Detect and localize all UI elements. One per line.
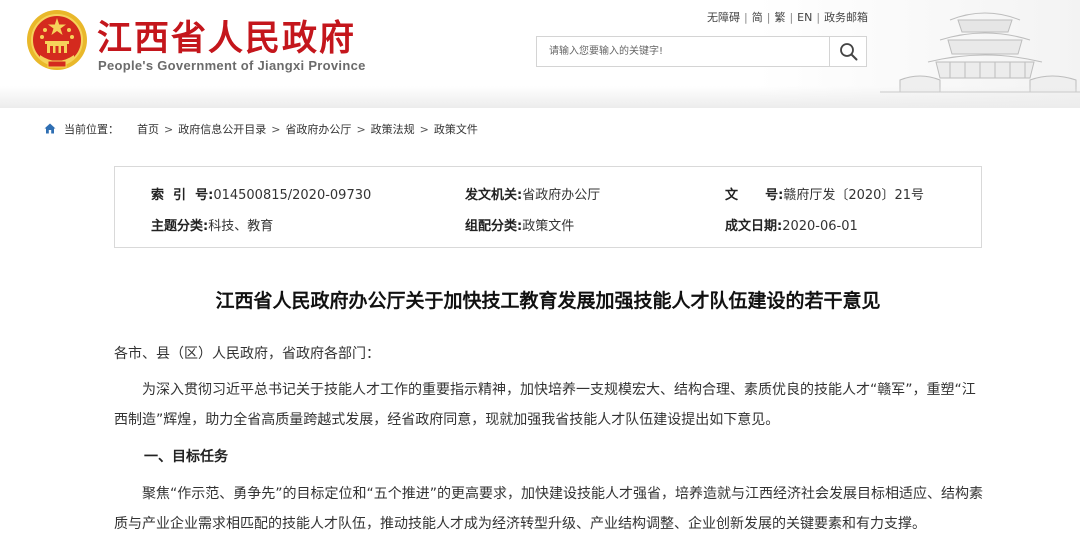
meta-value: 2020-06-01 <box>782 219 858 234</box>
top-links: 无障碍 | 简 | 繁 | EN | 政务邮箱 <box>707 9 868 25</box>
meta-label: 索 引 号: <box>151 188 214 203</box>
breadcrumb-separator: > <box>164 123 174 136</box>
meta-assembly-category: 组配分类:政策文件 <box>465 215 574 234</box>
current-location-label: 当前位置： <box>64 123 119 136</box>
meta-value: 014500815/2020-09730 <box>213 188 372 203</box>
breadcrumb: 当前位置： 首页 > 政府信息公开目录 > 省政府办公厅 > 政策法规 > 政策文件 <box>44 121 478 137</box>
meta-label: 文 号: <box>725 188 784 203</box>
divider: | <box>816 11 821 24</box>
article-salutation: 各市、县（区）人民政府，省政府各部门： <box>114 346 380 362</box>
english-link[interactable]: EN <box>797 11 812 24</box>
search-input[interactable] <box>537 37 831 66</box>
meta-written-date: 成文日期:2020-06-01 <box>725 215 858 234</box>
tengwang-pavilion-illustration <box>880 12 1080 93</box>
meta-label: 主题分类: <box>151 219 209 234</box>
meta-label: 成文日期: <box>725 219 783 234</box>
site-title: 江西省人民政府 <box>97 18 357 59</box>
site-subtitle: People's Government of Jiangxi Province <box>98 58 366 73</box>
breadcrumb-policy-regulations[interactable]: 政策法规 <box>371 123 415 136</box>
accessibility-link[interactable]: 无障碍 <box>707 11 740 24</box>
search-icon <box>840 43 858 61</box>
search-button[interactable] <box>829 37 866 66</box>
meta-index-number: 索 引 号:014500815/2020-09730 <box>151 184 371 203</box>
breadcrumb-policy-documents[interactable]: 政策文件 <box>434 123 478 136</box>
divider: | <box>744 11 748 24</box>
site-header: 江西省人民政府 People's Government of Jiangxi P… <box>0 0 1080 108</box>
divider: | <box>766 11 771 24</box>
document-metadata: 索 引 号:014500815/2020-09730 发文机关:省政府办公厅 文… <box>114 166 982 248</box>
breadcrumb-home[interactable]: 首页 <box>137 123 159 136</box>
meta-label: 发文机关: <box>465 188 523 203</box>
breadcrumb-separator: > <box>419 123 429 136</box>
meta-value: 科技、教育 <box>208 219 274 234</box>
meta-value: 省政府办公厅 <box>522 188 601 203</box>
meta-topic-category: 主题分类:科技、教育 <box>151 215 273 234</box>
breadcrumb-separator: > <box>356 123 366 136</box>
search-box <box>536 36 867 67</box>
gov-mailbox-link[interactable]: 政务邮箱 <box>824 11 868 24</box>
meta-value: 赣府厅发〔2020〕21号 <box>783 188 924 203</box>
article-title: 江西省人民政府办公厅关于加快技工教育发展加强技能人才队伍建设的若干意见 <box>215 290 881 312</box>
meta-value: 政策文件 <box>522 219 575 234</box>
breadcrumb-separator: > <box>271 123 281 136</box>
breadcrumb-gov-info[interactable]: 政府信息公开目录 <box>178 123 266 136</box>
meta-label: 组配分类: <box>465 219 523 234</box>
article-paragraph: 为深入贯彻习近平总书记关于技能人才工作的重要指示精神，加快培养一支规模宏大、结构… <box>114 382 976 428</box>
article-paragraph: 聚焦“作示范、勇争先”的目标定位和“五个推进”的更高要求，加快建设技能人才强省，… <box>114 486 984 532</box>
traditional-chinese-link[interactable]: 繁 <box>774 11 785 24</box>
home-icon <box>44 123 56 134</box>
simplified-chinese-link[interactable]: 简 <box>752 11 763 24</box>
national-emblem-icon <box>27 10 87 70</box>
meta-issuing-agency: 发文机关:省政府办公厅 <box>465 184 600 203</box>
breadcrumb-general-office[interactable]: 省政府办公厅 <box>285 123 351 136</box>
divider: | <box>789 11 794 24</box>
meta-document-number: 文 号:赣府厅发〔2020〕21号 <box>725 184 924 203</box>
section-heading: 一、目标任务 <box>144 449 228 465</box>
